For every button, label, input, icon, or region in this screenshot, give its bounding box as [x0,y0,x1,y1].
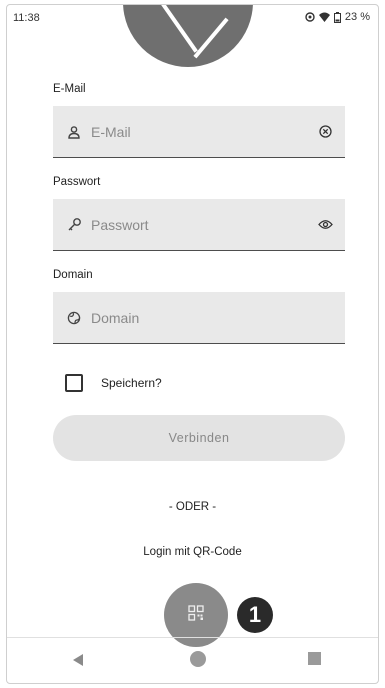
app-logo [122,5,253,67]
status-icons: 23 % [305,11,370,23]
connect-button[interactable]: Verbinden [53,415,345,461]
email-field[interactable] [53,106,345,158]
clear-icon[interactable] [305,125,345,138]
domain-input[interactable] [91,309,345,326]
phone-screen: 11:38 23 % E-Mail Passwort [6,4,379,684]
or-separator: - ODER - [168,501,217,513]
email-label: E-Mail [53,83,86,95]
home-icon[interactable] [190,651,206,667]
status-time: 11:38 [13,12,40,24]
navigation-bar [7,637,378,683]
recent-apps-icon[interactable] [308,652,321,665]
qr-login-label: Login mit QR-Code [143,546,242,558]
back-icon[interactable] [73,653,83,671]
data-saver-icon [305,12,315,22]
remember-row[interactable]: Speichern? [65,374,162,392]
remember-checkbox[interactable] [65,374,83,392]
qr-code-icon [188,604,204,626]
domain-label: Domain [53,269,93,281]
password-field[interactable] [53,199,345,251]
callout-badge: 1 [237,597,273,633]
person-icon [53,125,91,139]
wifi-icon [318,12,330,22]
battery-percent: 23 % [344,11,370,23]
password-label: Passwort [53,176,101,188]
remember-label: Speichern? [101,376,162,390]
globe-icon [53,311,91,325]
password-input[interactable] [91,216,305,233]
domain-field[interactable] [53,292,345,344]
key-icon [53,217,91,232]
battery-icon [333,11,341,23]
eye-icon[interactable] [305,219,345,230]
email-input[interactable] [91,123,305,140]
